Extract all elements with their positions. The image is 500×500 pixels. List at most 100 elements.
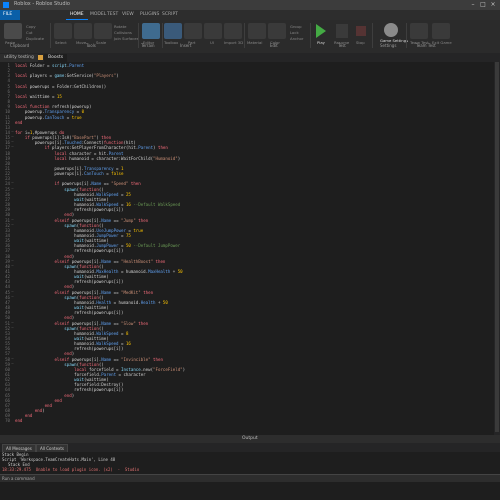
window-title: Roblox - Roblox Studio xyxy=(14,1,70,7)
fold-toggle-icon[interactable]: − xyxy=(11,259,14,263)
fold-toggle-icon[interactable]: − xyxy=(11,357,14,361)
fold-toggle-icon[interactable]: − xyxy=(11,218,14,222)
fold-toggle-icon[interactable]: − xyxy=(11,145,14,149)
exit-game-button[interactable] xyxy=(432,23,450,39)
status-area xyxy=(0,482,500,500)
output-title: Output xyxy=(242,436,258,441)
scale-label: Scale xyxy=(96,40,107,45)
script-editor[interactable]: 1 2 3 4 5 6 7 8 9 10 11 12 13 14 15 16 17 18 19 20 21 22 23 24 2… xyxy=(0,62,500,435)
group-divider xyxy=(162,23,163,48)
line-number: 70 xyxy=(5,418,10,424)
import3d-button[interactable] xyxy=(224,23,242,39)
ui-label: UI xyxy=(210,40,214,45)
ribbon-tabs: FILE HOME MODEL TEST VIEW PLUGINS SCRIPT xyxy=(0,10,500,20)
anchor-button[interactable]: Anchor xyxy=(290,36,303,41)
group-label-insert: Insert xyxy=(180,43,192,48)
tab-boosts[interactable]: Boosts xyxy=(44,54,68,62)
tab-view[interactable]: VIEW xyxy=(122,12,134,17)
code-line[interactable]: powerup.CanTouch = true xyxy=(15,115,82,120)
tab-utility-testing[interactable]: utility testing xyxy=(0,54,38,62)
group-label-settings: Settings xyxy=(380,43,397,48)
fold-toggle-icon[interactable]: − xyxy=(11,290,14,294)
cut-button[interactable]: Cut xyxy=(26,30,33,35)
collisions-toggle[interactable]: Collisions xyxy=(114,30,132,35)
select-button[interactable] xyxy=(54,23,72,39)
group-label-team-test: Team Test xyxy=(416,43,436,48)
fold-toggle-icon[interactable]: − xyxy=(11,295,14,299)
code-line[interactable]: end xyxy=(15,418,22,423)
group-button[interactable]: Group xyxy=(290,24,302,29)
tab-script[interactable]: SCRIPT xyxy=(162,12,178,17)
toolbox-label: Toolbox xyxy=(164,40,179,45)
command-input[interactable]: Run a command xyxy=(2,476,35,481)
close-icon[interactable]: × xyxy=(490,2,496,8)
output-panel-header: Output xyxy=(0,435,500,443)
code-line[interactable]: local humanoid = character:WaitForChild(… xyxy=(15,156,180,161)
group-divider xyxy=(406,23,407,48)
fold-toggle-icon[interactable]: − xyxy=(11,321,14,325)
join-surfaces-toggle[interactable]: Join Surfaces xyxy=(114,36,139,41)
file-menu-label[interactable]: FILE xyxy=(3,12,12,17)
paste-button[interactable] xyxy=(4,23,22,39)
fold-toggle-icon[interactable]: − xyxy=(11,264,14,268)
copy-button[interactable]: Copy xyxy=(26,24,36,29)
gear-icon[interactable] xyxy=(384,23,398,37)
scale-button[interactable] xyxy=(94,23,112,39)
tab-test[interactable]: TEST xyxy=(107,12,118,17)
resume-button[interactable] xyxy=(336,24,348,38)
group-divider xyxy=(372,23,373,48)
select-label: Select xyxy=(55,40,67,45)
move-label: Move xyxy=(76,40,87,45)
toolbox-button[interactable] xyxy=(164,23,182,39)
group-label-clipboard: Clipboard xyxy=(10,43,30,48)
tab-model[interactable]: MODEL xyxy=(90,12,106,17)
code-line[interactable]: local waittime = 15 xyxy=(15,94,62,99)
code-line[interactable]: powerups[i].CanTouch = false xyxy=(15,171,123,176)
output-log: Stack Begin Script 'Workspace.TeamCreate… xyxy=(0,452,500,472)
stop-icon[interactable] xyxy=(356,26,366,36)
tab-plugins[interactable]: PLUGINS xyxy=(140,12,159,17)
code-line[interactable]: local players = game:GetService("Players… xyxy=(15,73,119,78)
fold-toggle-icon[interactable]: − xyxy=(11,130,14,134)
duplicate-button[interactable]: Duplicate xyxy=(26,36,44,41)
fold-toggle-icon[interactable]: − xyxy=(11,181,14,185)
minimize-icon[interactable]: – xyxy=(470,2,476,8)
output-line-warning: 18:33:29.475 Unable to load plugin icon.… xyxy=(2,467,140,472)
maximize-icon[interactable]: □ xyxy=(480,2,486,8)
play-icon[interactable] xyxy=(316,24,326,38)
code-line[interactable]: local powerups = Folder:GetChildren() xyxy=(15,84,106,89)
code-line[interactable]: end xyxy=(15,120,22,125)
fold-toggle-icon[interactable]: − xyxy=(11,187,14,191)
group-divider xyxy=(138,23,139,48)
group-divider xyxy=(310,23,311,48)
material-button[interactable] xyxy=(248,23,266,39)
fold-toggle-icon[interactable]: − xyxy=(11,223,14,227)
vertical-scrollbar[interactable] xyxy=(494,62,500,435)
fold-toggle-icon[interactable]: − xyxy=(11,362,14,366)
group-divider xyxy=(50,23,51,48)
group-label-terrain: Terrain xyxy=(141,43,155,48)
group-label-edit: Edit xyxy=(270,43,278,48)
scrollbar-thumb[interactable] xyxy=(495,62,499,432)
ui-button[interactable] xyxy=(204,23,222,39)
script-icon xyxy=(38,55,43,60)
tab-home[interactable]: HOME xyxy=(70,12,84,17)
move-button[interactable] xyxy=(74,23,92,39)
color-button[interactable] xyxy=(268,23,286,39)
fold-toggle-icon[interactable]: − xyxy=(11,140,14,144)
group-label-test: Test xyxy=(338,43,346,48)
fold-toggle-icon[interactable]: − xyxy=(11,326,14,330)
app-logo-icon xyxy=(3,2,9,8)
play-label: Play xyxy=(317,40,325,45)
material-label: Material xyxy=(247,40,263,45)
terrain-editor-button[interactable] xyxy=(142,23,160,39)
group-divider xyxy=(244,23,245,48)
group-label-tools: Tools xyxy=(86,43,96,48)
title-bar: Roblox - Roblox Studio – □ × xyxy=(0,0,500,10)
code-line[interactable]: local Folder = script.Parent xyxy=(15,63,84,68)
fold-toggle-icon[interactable]: − xyxy=(11,135,14,139)
team-test-button[interactable] xyxy=(410,23,428,39)
rotate-button[interactable]: Rotate xyxy=(114,24,126,29)
part-button[interactable] xyxy=(184,23,202,39)
lock-button[interactable]: Lock xyxy=(290,30,299,35)
